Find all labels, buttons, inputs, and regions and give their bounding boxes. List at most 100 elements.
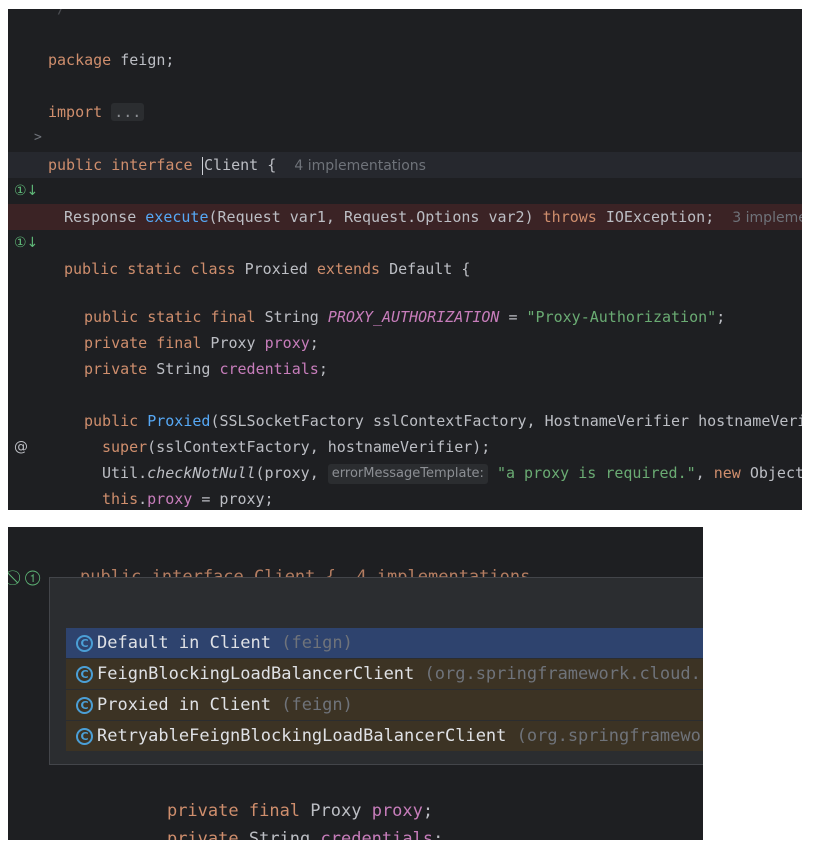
code-token: String	[147, 360, 220, 378]
code-token: {	[258, 156, 295, 174]
code-token: super	[102, 438, 148, 456]
code-token: (sslContextFactory, hostnameVerifier);	[147, 438, 491, 456]
code-line-package: package feign;	[8, 47, 802, 73]
code-token: final	[156, 334, 202, 352]
implemented-gutter-icon[interactable]: ①↓	[14, 230, 38, 256]
code-token: Proxied	[235, 260, 317, 278]
code-token: new	[713, 464, 741, 482]
code-text: Util.checkNotNull(proxy, errorMessageTem…	[102, 460, 802, 486]
code-token: "a proxy is required."	[496, 464, 696, 482]
code-token: extends	[316, 260, 381, 278]
code-token: package	[48, 51, 112, 69]
popup-item[interactable]: C Default in Client (feign)	[66, 628, 703, 658]
code-text: import ...	[48, 99, 145, 125]
class-icon: C	[76, 727, 93, 745]
code-token: ;	[309, 334, 319, 352]
code-token: ;	[433, 829, 444, 840]
code-line-proxy-field: private final Proxy proxy;	[8, 330, 802, 356]
code-token: ;	[318, 360, 328, 378]
popup-item-location: (feign)	[271, 633, 353, 653]
popup-item-location: (org.springframework.cloud.	[414, 664, 701, 684]
code-token: throws	[542, 208, 597, 226]
code-token: (proxy,	[255, 464, 328, 482]
code-token: Default {	[380, 260, 471, 278]
implementations-popup[interactable]: C Default in Client (feign) C FeignBlocking…	[49, 577, 703, 765]
code-token: ...	[111, 103, 145, 121]
popup-item[interactable]: C Proxied in Client (feign)	[66, 690, 703, 720]
code-text: private String credentials;	[84, 356, 328, 382]
code-token: execute	[145, 208, 209, 226]
code-text: super(sslContextFactory, hostnameVerifie…	[102, 434, 490, 460]
fold-chevron-icon[interactable]: >	[34, 125, 42, 151]
code-token: private	[84, 334, 148, 352]
text-caret	[201, 156, 204, 175]
no-entry-gutter-icon: ⃠ ①	[16, 568, 41, 586]
code-text: public static class Proxied extends Defa…	[64, 256, 470, 282]
code-line-constructor[interactable]: @ public Proxied(SSLSocketFactory sslCon…	[8, 408, 802, 455]
code-line-class: public static class Proxied extends Defa…	[8, 256, 802, 282]
popup-item-location: (org.springframewo	[506, 726, 701, 746]
code-token: public	[84, 412, 139, 430]
code-token: proxy	[264, 334, 310, 352]
code-token: Object	[740, 464, 802, 482]
code-line-assign: this.proxy = proxy;	[8, 486, 802, 510]
editor-top-panel: */ package feign; > import ... ①↓ public…	[8, 9, 802, 510]
code-token: IOException;	[596, 208, 733, 226]
code-token: .	[138, 490, 148, 508]
code-line-checknotnull: Util.checkNotNull(proxy, errorMessageTem…	[8, 460, 802, 486]
code-line-import[interactable]: > import ...	[8, 99, 802, 145]
code-token: checkNotNull	[147, 464, 256, 482]
popup-item-name: Default in Client	[97, 633, 271, 653]
code-line-interface[interactable]: ①↓ public interface Client { 4 implement…	[8, 152, 802, 199]
code-token: "Proxy-Authorization"	[526, 308, 717, 326]
popup-item-name: RetryableFeignBlockingLoadBalancerClient	[97, 726, 507, 746]
code-token: credentials	[219, 360, 319, 378]
class-icon: C	[76, 665, 93, 683]
code-token: (Request var1, Request.Options var2)	[208, 208, 543, 226]
implemented-gutter-icon[interactable]: ①↓	[14, 178, 38, 204]
parameter-hint: errorMessageTemplate:	[327, 463, 488, 484]
editor-bottom-panel: ⃠ ① public interface Client { 4 implemen…	[8, 527, 703, 840]
code-token: ;	[716, 308, 726, 326]
code-token: interface	[111, 156, 193, 174]
code-text: private String credentials;	[167, 829, 443, 840]
code-token: class	[190, 260, 236, 278]
code-text: Response execute(Request var1, Request.O…	[64, 204, 802, 231]
code-line-comment: */	[8, 9, 802, 21]
code-line-credentials-field: private String credentials;	[126, 797, 443, 840]
code-line-credentials-field: private String credentials;	[8, 356, 802, 382]
code-token: Client	[204, 156, 259, 174]
code-line-execute[interactable]: ①↓ Response execute(Request var1, Reques…	[8, 204, 802, 251]
code-text: this.proxy = proxy;	[102, 486, 274, 510]
code-line-super: super(sslContextFactory, hostnameVerifie…	[8, 434, 802, 460]
code-text: public interface Client { 4 implementati…	[48, 152, 426, 179]
popup-item[interactable]: C FeignBlockingLoadBalancerClient (org.sp…	[66, 659, 703, 689]
code-token: PROXY_AUTHORIZATION	[327, 308, 500, 326]
code-token: Proxied	[147, 412, 211, 430]
code-text: public Proxied(SSLSocketFactory sslConte…	[84, 408, 802, 434]
code-token: static	[127, 260, 182, 278]
code-token: Response	[64, 208, 146, 226]
class-icon: C	[76, 634, 93, 652]
code-token: private	[166, 829, 239, 840]
code-token: 3 implementations	[732, 210, 802, 226]
code-token: (SSLSocketFactory sslContextFactory, Hos…	[210, 412, 802, 430]
code-token: 4 implementations	[294, 158, 426, 174]
popup-item-name: Proxied in Client	[97, 695, 271, 715]
code-token: static	[147, 308, 202, 326]
code-text: private final Proxy proxy;	[84, 330, 319, 356]
popup-item-name: FeignBlockingLoadBalancerClient	[97, 664, 415, 684]
code-token: Util.	[102, 464, 148, 482]
code-text: package feign;	[48, 47, 174, 73]
code-line-constant: public static final String PROXY_AUTHORI…	[8, 304, 802, 330]
code-token: credentials	[320, 829, 434, 840]
popup-item[interactable]: C RetryableFeignBlockingLoadBalancerClien…	[66, 721, 703, 751]
code-token: final	[210, 308, 256, 326]
